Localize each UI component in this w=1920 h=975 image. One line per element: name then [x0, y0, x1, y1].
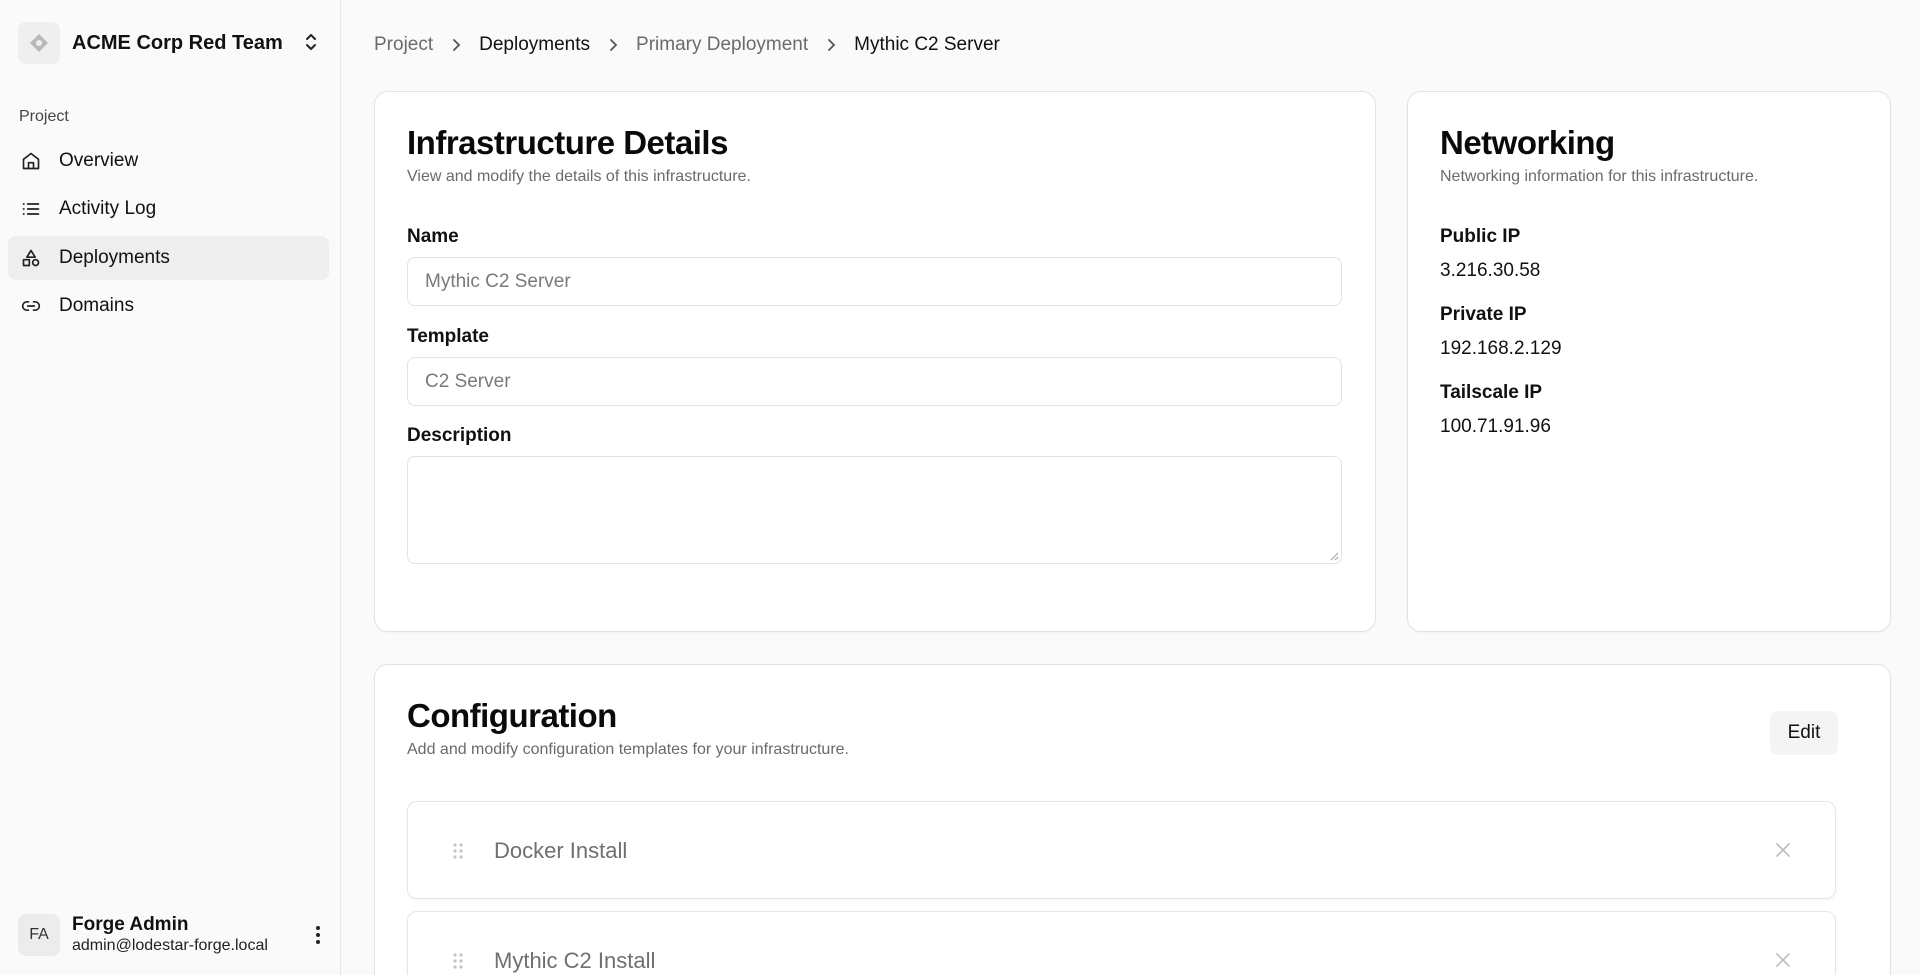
- breadcrumb-current: Mythic C2 Server: [854, 34, 1000, 55]
- home-icon: [20, 150, 42, 172]
- name-field[interactable]: Mythic C2 Server: [407, 257, 1342, 306]
- list-icon: [20, 198, 42, 220]
- card-subtitle: Networking information for this infrastr…: [1440, 168, 1759, 185]
- breadcrumb-deployments[interactable]: Deployments: [479, 34, 590, 56]
- private-ip-value: 192.168.2.129: [1440, 338, 1562, 359]
- resize-grip-icon[interactable]: [1329, 551, 1339, 561]
- user-menu[interactable]: FA Forge Admin admin@lodestar-forge.loca…: [18, 910, 328, 960]
- user-email: admin@lodestar-forge.local: [72, 937, 268, 954]
- sidebar-item-label: Activity Log: [59, 198, 157, 219]
- public-ip-value: 3.216.30.58: [1440, 260, 1541, 281]
- config-template-name: Mythic C2 Install: [494, 948, 656, 973]
- template-field[interactable]: C2 Server: [407, 357, 1342, 406]
- breadcrumb: Project Deployments Primary Deployment M…: [374, 32, 1000, 58]
- card-subtitle: View and modify the details of this infr…: [407, 168, 751, 185]
- configuration-card: Configuration Add and modify configurati…: [374, 664, 1891, 975]
- networking-card: Networking Networking information for th…: [1407, 91, 1891, 632]
- sidebar: ACME Corp Red Team Project Overview Acti…: [0, 0, 341, 975]
- link-icon: [20, 295, 42, 317]
- drag-handle-icon[interactable]: [452, 952, 464, 970]
- avatar: FA: [18, 914, 60, 956]
- card-title: Configuration: [407, 697, 617, 734]
- user-name: Forge Admin: [72, 914, 189, 935]
- config-template-name: Docker Install: [494, 838, 628, 863]
- card-title: Infrastructure Details: [407, 124, 728, 161]
- sidebar-section-label: Project: [19, 108, 69, 125]
- more-vertical-icon[interactable]: [308, 921, 328, 949]
- private-ip-label: Private IP: [1440, 304, 1527, 325]
- breadcrumb-primary-deployment[interactable]: Primary Deployment: [636, 34, 808, 56]
- team-name: ACME Corp Red Team: [72, 31, 283, 54]
- template-label: Template: [407, 326, 490, 347]
- chevron-right-icon: [608, 38, 618, 52]
- sidebar-item-domains[interactable]: Domains: [8, 284, 329, 328]
- tailscale-ip-value: 100.71.91.96: [1440, 416, 1551, 437]
- chevron-up-down-icon: [304, 31, 318, 58]
- shapes-icon: [20, 247, 42, 269]
- sidebar-item-deployments[interactable]: Deployments: [8, 236, 329, 280]
- edit-button[interactable]: Edit: [1770, 711, 1838, 755]
- sidebar-item-overview[interactable]: Overview: [8, 139, 329, 183]
- sidebar-item-activity-log[interactable]: Activity Log: [8, 187, 329, 231]
- team-switcher[interactable]: ACME Corp Red Team: [18, 20, 326, 66]
- chevron-right-icon: [826, 38, 836, 52]
- sidebar-item-label: Deployments: [59, 247, 170, 268]
- breadcrumb-project[interactable]: Project: [374, 34, 433, 56]
- card-subtitle: Add and modify configuration templates f…: [407, 741, 849, 758]
- chevron-right-icon: [451, 38, 461, 52]
- public-ip-label: Public IP: [1440, 226, 1521, 247]
- sidebar-item-label: Domains: [59, 295, 134, 316]
- card-title: Networking: [1440, 124, 1615, 161]
- infrastructure-details-card: Infrastructure Details View and modify t…: [374, 91, 1376, 632]
- description-label: Description: [407, 425, 512, 446]
- close-icon[interactable]: [1773, 840, 1793, 860]
- team-logo-icon: [18, 22, 60, 64]
- config-template-item[interactable]: Docker Install: [407, 801, 1836, 899]
- description-field[interactable]: [407, 456, 1342, 564]
- tailscale-ip-label: Tailscale IP: [1440, 382, 1543, 403]
- sidebar-item-label: Overview: [59, 150, 139, 171]
- name-label: Name: [407, 226, 459, 247]
- config-template-item[interactable]: Mythic C2 Install: [407, 911, 1836, 975]
- close-icon[interactable]: [1773, 950, 1793, 970]
- drag-handle-icon[interactable]: [452, 842, 464, 860]
